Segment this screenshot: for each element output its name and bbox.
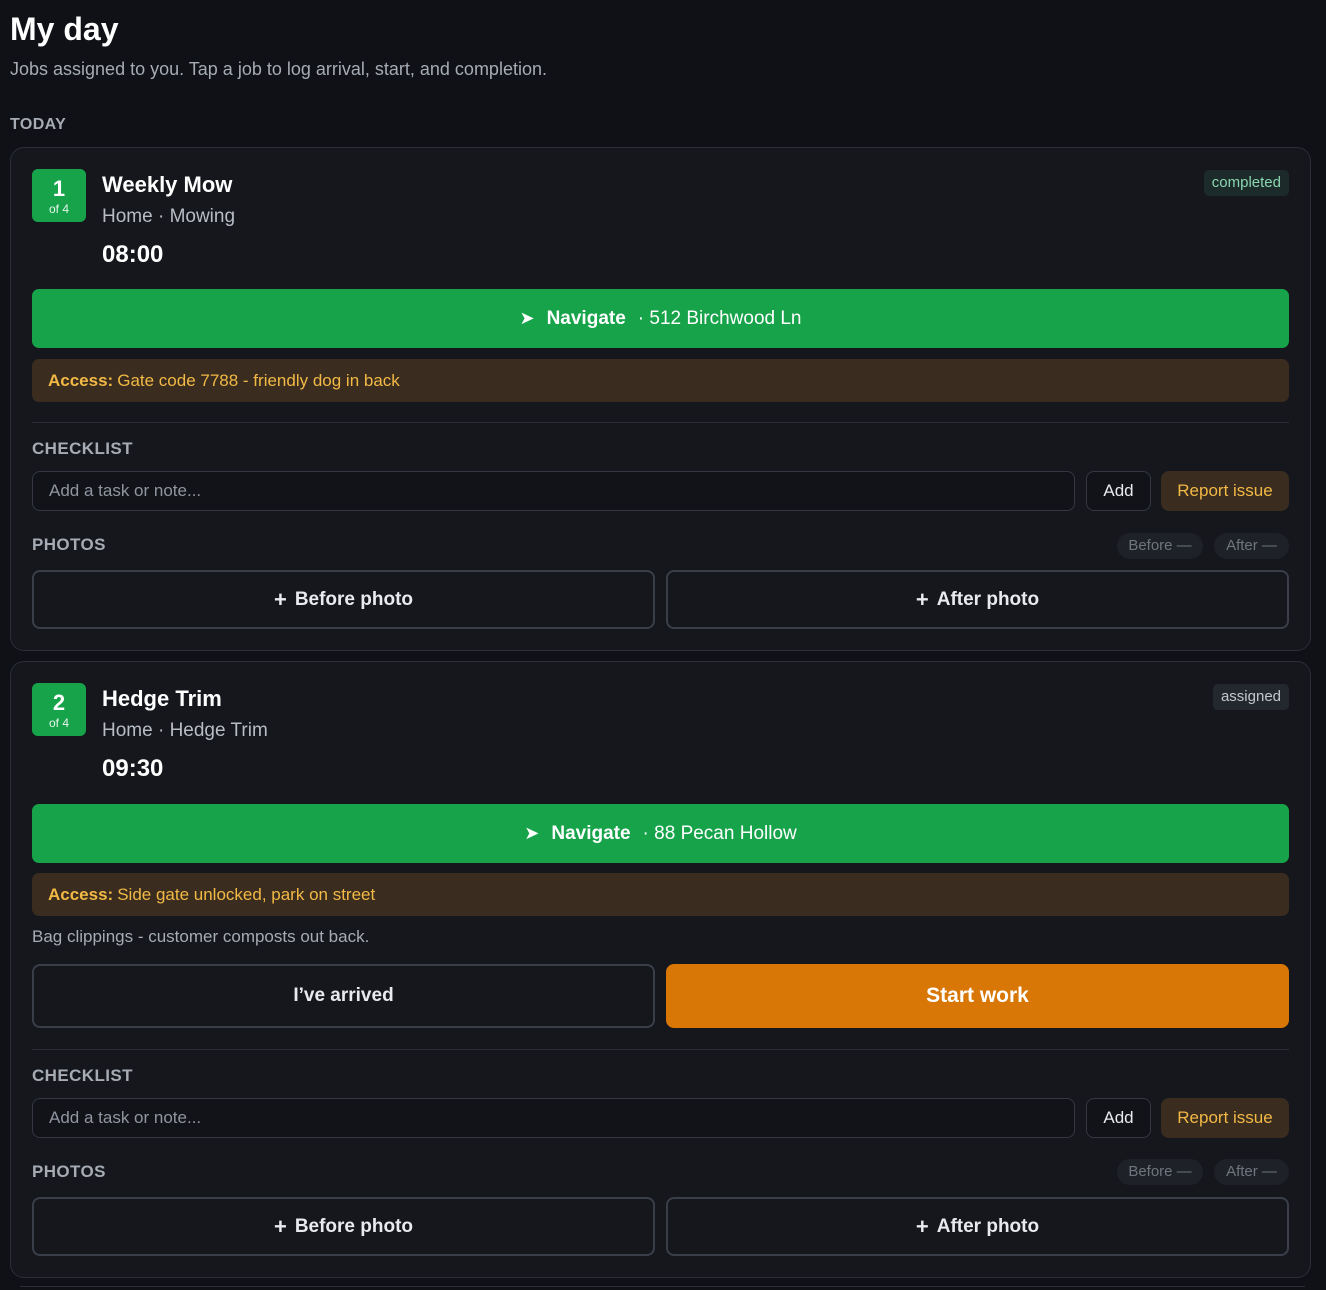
- job-meta: Home · Hedge Trim: [102, 720, 268, 741]
- report-issue-button[interactable]: Report issue: [1161, 471, 1289, 511]
- job-meta: Home · Mowing: [102, 206, 236, 227]
- job-time: 09:30: [102, 755, 164, 782]
- after-photo-button[interactable]: + After photo: [666, 570, 1289, 629]
- photos-label: PHOTOS: [32, 1162, 106, 1181]
- navigate-address: · 512 Birchwood Ln: [637, 307, 802, 329]
- page: My day Jobs assigned to you. Tap a job t…: [0, 0, 1326, 1290]
- access-key: Access:: [48, 371, 114, 390]
- access-text: Side gate unlocked, park on street: [117, 885, 376, 904]
- access-note: Access: Side gate unlocked, park on stree…: [32, 873, 1289, 916]
- job-note: Bag clippings - customer composts out ba…: [32, 927, 370, 946]
- before-photo-button[interactable]: + Before photo: [32, 570, 655, 629]
- arrived-button[interactable]: I’ve arrived: [32, 964, 655, 1028]
- after-photo-count-pill: After —: [1214, 533, 1289, 559]
- after-photo-label: After photo: [936, 1215, 1040, 1237]
- job-order-total: of 4: [48, 202, 69, 216]
- job-card-weekly-mow[interactable]: 1 of 4 Weekly Mow Home · Mowing 08:00 co…: [10, 147, 1311, 651]
- job-order-badge: 2 of 4: [32, 683, 86, 736]
- before-photo-button[interactable]: + Before photo: [32, 1197, 655, 1256]
- job-order-number: 1: [52, 176, 66, 201]
- divider: [32, 422, 1289, 423]
- section-label-today: TODAY: [10, 116, 67, 133]
- report-issue-button[interactable]: Report issue: [1161, 1098, 1289, 1138]
- job-order-number: 2: [52, 690, 66, 715]
- navigate-arrow-icon: ➤: [519, 308, 535, 328]
- access-note: Access: Gate code 7788 - friendly dog in …: [32, 359, 1289, 402]
- job-title: Hedge Trim: [102, 686, 222, 711]
- status-badge: assigned: [1212, 684, 1289, 710]
- navigate-address: · 88 Pecan Hollow: [642, 822, 797, 844]
- task-input[interactable]: [32, 471, 1075, 511]
- navigate-button[interactable]: ➤ Navigate · 88 Pecan Hollow: [32, 804, 1289, 863]
- navigate-button[interactable]: ➤ Navigate · 512 Birchwood Ln: [32, 289, 1289, 348]
- job-title: Weekly Mow: [102, 172, 233, 197]
- checklist-label: CHECKLIST: [32, 1066, 133, 1085]
- add-task-button[interactable]: Add: [1086, 471, 1151, 511]
- navigate-arrow-icon: ➤: [524, 823, 540, 843]
- after-photo-button[interactable]: + After photo: [666, 1197, 1289, 1256]
- before-photo-label: Before photo: [294, 1215, 414, 1237]
- task-input[interactable]: [32, 1098, 1075, 1138]
- status-badge: completed: [1203, 170, 1289, 196]
- job-order-total: of 4: [48, 716, 69, 730]
- next-card-edge: [20, 1286, 1305, 1287]
- plus-icon: +: [273, 1213, 287, 1239]
- photos-label: PHOTOS: [32, 535, 106, 554]
- plus-icon: +: [915, 586, 929, 612]
- page-title: My day: [10, 11, 119, 47]
- job-time: 08:00: [102, 241, 164, 268]
- job-order-badge: 1 of 4: [32, 169, 86, 222]
- after-photo-count-pill: After —: [1214, 1159, 1289, 1185]
- plus-icon: +: [915, 1213, 929, 1239]
- access-key: Access:: [48, 885, 114, 904]
- before-photo-count-pill: Before —: [1117, 1159, 1203, 1185]
- add-task-button[interactable]: Add: [1086, 1098, 1151, 1138]
- navigate-label: Navigate: [551, 822, 631, 844]
- after-photo-label: After photo: [936, 588, 1040, 610]
- plus-icon: +: [273, 586, 287, 612]
- start-work-button[interactable]: Start work: [666, 964, 1289, 1028]
- job-card-hedge-trim[interactable]: 2 of 4 Hedge Trim Home · Hedge Trim 09:3…: [10, 661, 1311, 1278]
- before-photo-count-pill: Before —: [1117, 533, 1203, 559]
- page-subtitle: Jobs assigned to you. Tap a job to log a…: [10, 59, 547, 79]
- navigate-label: Navigate: [546, 307, 626, 329]
- access-text: Gate code 7788 - friendly dog in back: [117, 371, 400, 390]
- before-photo-label: Before photo: [294, 588, 414, 610]
- divider: [32, 1049, 1289, 1050]
- checklist-label: CHECKLIST: [32, 439, 133, 458]
